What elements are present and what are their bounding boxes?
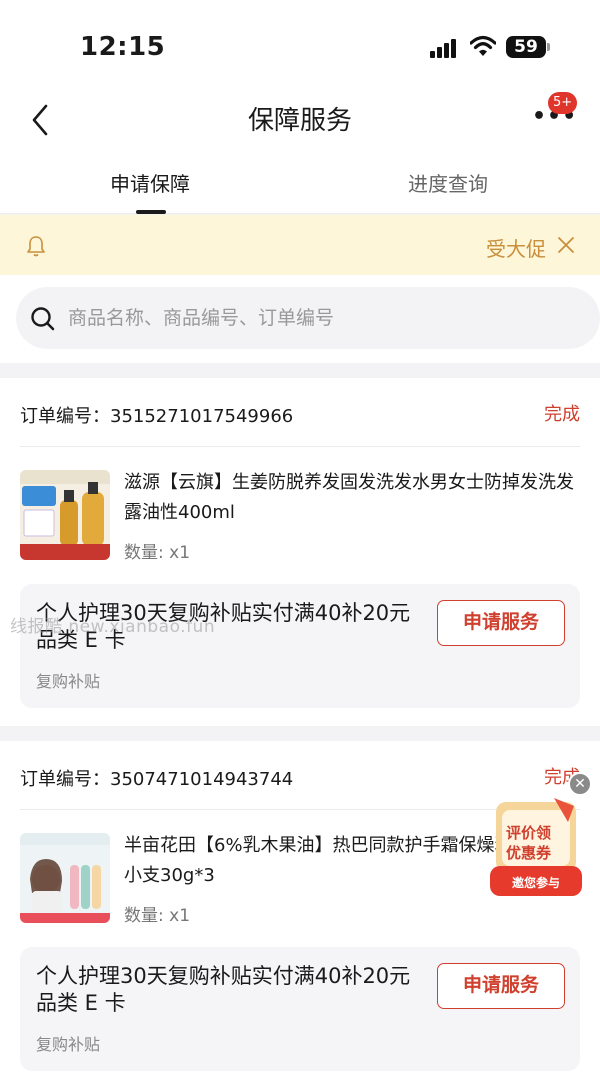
- product-image[interactable]: [20, 833, 110, 923]
- wifi-icon: [470, 35, 496, 56]
- service-title: 个人护理30天复购补贴实付满40补20元品类 E 卡: [36, 964, 411, 1015]
- close-icon[interactable]: [556, 235, 576, 255]
- service-subtitle: 复购补贴: [36, 672, 101, 691]
- order-card: 订单编号：3515271017549966 完成 滋源【云旗】生姜防脱养发固发洗…: [0, 378, 600, 726]
- order-number: 订单编号：3515271017549966: [20, 406, 294, 427]
- tab-apply[interactable]: 申请保障: [110, 168, 190, 197]
- status-time: 12:15: [80, 32, 166, 62]
- promo-close-icon[interactable]: ✕: [568, 772, 592, 796]
- search-input[interactable]: [68, 299, 568, 337]
- notice-text: 受大促: [486, 237, 546, 261]
- cellular-signal-icon: [430, 38, 460, 58]
- notice-bar: 受大促: [0, 215, 600, 275]
- search-box[interactable]: [16, 287, 600, 349]
- service-panel: 个人护理30天复购补贴实付满40补20元品类 E 卡 复购补贴 申请服务: [20, 947, 580, 1071]
- promo-cta: 邀您参与: [511, 876, 560, 890]
- product-quantity: 数量: x1: [124, 543, 191, 563]
- nav-bar: 保障服务 ••• 5+: [0, 92, 600, 152]
- bell-icon: [27, 236, 45, 257]
- more-badge: 5+: [548, 92, 578, 114]
- tab-bar: 申请保障 进度查询: [0, 152, 600, 214]
- product-quantity: 数量: x1: [124, 906, 191, 926]
- product-name[interactable]: 滋源【云旗】生姜防脱养发固发洗发水男女士防掉发洗发露油性400ml: [124, 468, 576, 528]
- service-panel: 个人护理30天复购补贴实付满40补20元品类 E 卡 复购补贴 申请服务: [20, 584, 580, 708]
- tab-progress[interactable]: 进度查询: [408, 168, 488, 197]
- battery-icon: 59: [506, 36, 550, 58]
- watermark: 线报酷 new.xianbao.fun: [10, 617, 216, 637]
- product-image[interactable]: [20, 470, 110, 560]
- promo-line2: 优惠券: [506, 844, 552, 862]
- promo-line1: 评价领: [506, 824, 552, 842]
- status-bar: 12:15 59: [0, 0, 600, 92]
- review-coupon-promo[interactable]: 评价领 优惠券 邀您参与: [488, 792, 584, 898]
- active-tab-indicator: [136, 210, 166, 214]
- order-status: 完成: [544, 404, 580, 425]
- divider: [20, 446, 580, 447]
- order-number: 订单编号：3507471014943744: [20, 769, 294, 790]
- page-title: 保障服务: [247, 106, 352, 136]
- search-section: [0, 275, 600, 363]
- apply-service-button[interactable]: 申请服务: [437, 963, 565, 1009]
- search-icon: [31, 307, 55, 331]
- apply-service-button[interactable]: 申请服务: [437, 600, 565, 646]
- order-card: 订单编号：3507471014943744 完成 半亩花田【6%乳木果油】热巴同…: [0, 741, 600, 1074]
- service-subtitle: 复购补贴: [36, 1035, 101, 1054]
